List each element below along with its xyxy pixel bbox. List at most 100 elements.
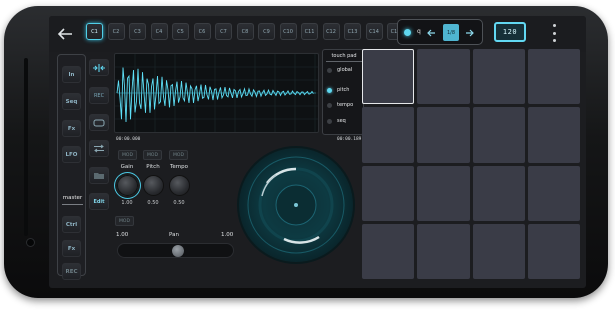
channel-button-c3[interactable]: C3: [129, 23, 146, 40]
trim-arrows-icon: [93, 63, 105, 72]
front-camera: [26, 238, 35, 247]
bpm-display[interactable]: 120: [494, 22, 526, 42]
app-screen: C1 C2 C3 C4 C5 C6 C7 C8 C9 C10 C11 C12 C13 C14 C15 q 1…: [49, 16, 586, 288]
gain-knob[interactable]: [117, 175, 138, 196]
page-prev-button[interactable]: [424, 25, 439, 41]
scratch-turntable[interactable]: [237, 146, 355, 264]
tempo-label: Tempo: [169, 164, 189, 170]
touch-pad-option-global[interactable]: global: [327, 65, 352, 75]
channel-button-c5[interactable]: C5: [172, 23, 189, 40]
drum-pad[interactable]: [417, 223, 470, 279]
folder-icon: [94, 173, 104, 179]
lfo-button[interactable]: LFO: [62, 146, 81, 163]
tempo-value: 0.50: [173, 200, 185, 206]
pan-mod-button[interactable]: MOD: [115, 216, 134, 226]
channel-button-c11[interactable]: C11: [301, 23, 318, 40]
waveform-start-time: 00:00.000: [116, 137, 141, 142]
channel-button-c4[interactable]: C4: [150, 23, 168, 40]
overflow-menu-icon[interactable]: [549, 24, 559, 42]
drum-pad[interactable]: [527, 49, 580, 105]
radio-selected-icon: [327, 87, 332, 93]
phone-speaker: [24, 58, 28, 236]
loop-icon: [93, 119, 105, 126]
page-selector: q 1/8: [397, 19, 483, 45]
drum-pad[interactable]: [362, 165, 415, 221]
touch-pad-option-seq[interactable]: seq: [327, 116, 346, 126]
channel-button-c2[interactable]: C2: [107, 23, 125, 40]
drum-pad[interactable]: [417, 49, 470, 105]
drum-pad[interactable]: [527, 165, 580, 221]
swap-button[interactable]: [89, 140, 109, 157]
swap-arrows-icon: [94, 144, 104, 153]
drum-pad[interactable]: [527, 107, 580, 163]
touch-pad-title: touch pad: [331, 53, 357, 59]
pan-label: Pan: [169, 232, 179, 238]
tool-column: REC Edit: [89, 54, 111, 219]
drum-pad[interactable]: [362, 107, 415, 163]
pan-left-value: 1.00: [116, 232, 129, 238]
channel-button-c14[interactable]: C14: [365, 23, 383, 40]
tempo-knob[interactable]: [169, 175, 190, 196]
phone-frame: C1 C2 C3 C4 C5 C6 C7 C8 C9 C10 C11 C12 C13 C14 C15 q 1…: [4, 6, 608, 298]
in-button[interactable]: In: [62, 66, 81, 83]
drum-pad[interactable]: [362, 49, 415, 105]
page-indicator: 1/8: [443, 24, 459, 41]
left-panel: In Seq Fx LFO master Ctrl Fx REC: [57, 54, 86, 280]
back-button[interactable]: [52, 22, 78, 46]
loop-button[interactable]: [89, 114, 109, 131]
radio-icon: [327, 102, 332, 108]
touch-pad-option-pitch[interactable]: pitch: [327, 85, 349, 95]
touch-pad-menu: touch pad global pitch tempo seq: [322, 49, 364, 135]
radio-icon: [327, 118, 332, 124]
drum-pad-grid: [362, 49, 580, 279]
channel-button-c10[interactable]: C10: [279, 23, 297, 40]
gain-mod-button[interactable]: MOD: [118, 150, 137, 160]
channel-button-c1[interactable]: C1: [86, 23, 103, 40]
master-divider: [62, 204, 83, 205]
pitch-mod-button[interactable]: MOD: [143, 150, 162, 160]
touch-pad-option-label: pitch: [337, 87, 350, 93]
pan-slider[interactable]: [117, 243, 234, 258]
arrow-left-icon: [57, 28, 72, 40]
channel-button-c7[interactable]: C7: [215, 23, 232, 40]
turntable-disc-graphic: [247, 156, 345, 254]
edit-button[interactable]: Edit: [89, 193, 109, 210]
seq-button[interactable]: Seq: [62, 93, 81, 110]
drum-pad[interactable]: [472, 223, 525, 279]
open-folder-button[interactable]: [89, 167, 109, 184]
master-fx-button[interactable]: Fx: [62, 240, 81, 257]
quantize-label: q: [417, 28, 421, 35]
arrow-left-icon: [427, 29, 435, 37]
drum-pad[interactable]: [472, 165, 525, 221]
channel-button-c9[interactable]: C9: [258, 23, 275, 40]
touch-pad-option-label: tempo: [337, 102, 354, 108]
drum-pad[interactable]: [362, 223, 415, 279]
pan-slider-thumb[interactable]: [172, 245, 184, 257]
channel-button-c6[interactable]: C6: [193, 23, 211, 40]
channel-button-c8[interactable]: C8: [236, 23, 254, 40]
touch-pad-option-label: seq: [337, 118, 346, 124]
drum-pad[interactable]: [472, 107, 525, 163]
page-next-button[interactable]: [462, 25, 477, 41]
touch-pad-option-label: global: [337, 67, 353, 73]
drum-pad[interactable]: [417, 165, 470, 221]
waveform-display[interactable]: [114, 53, 319, 133]
master-ctrl-button[interactable]: Ctrl: [62, 216, 81, 233]
waveform-graph: [115, 54, 318, 132]
master-rec-button[interactable]: REC: [62, 263, 81, 280]
touch-pad-divider: [326, 61, 362, 62]
drum-pad[interactable]: [472, 49, 525, 105]
drum-pad[interactable]: [527, 223, 580, 279]
channel-button-c12[interactable]: C12: [322, 23, 340, 40]
quantize-toggle[interactable]: [404, 29, 411, 36]
drum-pad[interactable]: [417, 107, 470, 163]
touch-pad-option-tempo[interactable]: tempo: [327, 100, 353, 110]
pan-right-value: 1.00: [221, 232, 234, 238]
pitch-knob[interactable]: [143, 175, 164, 196]
channel-button-c13[interactable]: C13: [344, 23, 361, 40]
tempo-mod-button[interactable]: MOD: [169, 150, 188, 160]
record-button[interactable]: REC: [89, 87, 109, 104]
fx-button[interactable]: Fx: [62, 120, 81, 137]
trim-button[interactable]: [89, 59, 109, 76]
top-bar: C1 C2 C3 C4 C5 C6 C7 C8 C9 C10 C11 C12 C13 C14 C15 q 1…: [49, 16, 586, 52]
